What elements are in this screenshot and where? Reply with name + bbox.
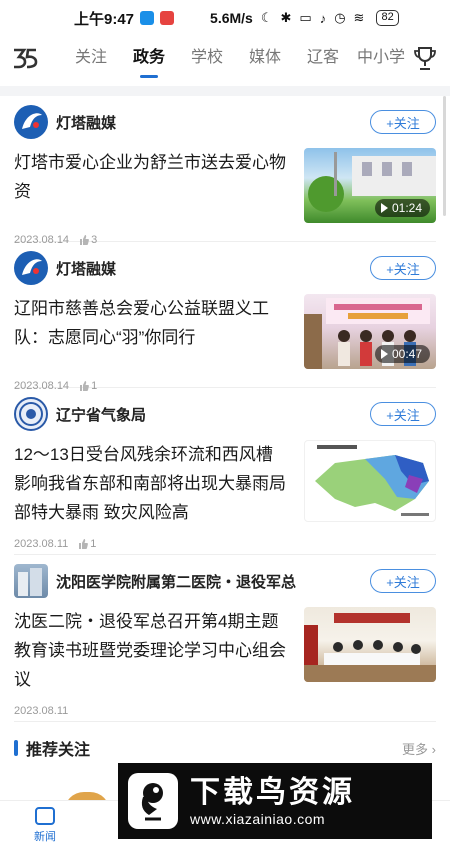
tab-follow[interactable]: 关注 (62, 36, 120, 86)
alarm-icon: ◷ (334, 10, 346, 25)
moon-icon: ☾ (260, 10, 273, 25)
source-avatar[interactable] (14, 397, 48, 431)
article-image[interactable] (304, 440, 436, 522)
play-icon (380, 203, 388, 213)
news-card[interactable]: 沈阳医学院附属第二医院・退役军总 +关注 沈医二院・退役军总召开第4期主题教育读… (14, 555, 436, 722)
article-date: 2023.08.11 (14, 705, 69, 717)
bird-logo-icon (128, 773, 178, 829)
follow-button[interactable]: +关注 (370, 110, 436, 134)
source-name[interactable]: 辽宁省气象局 (56, 404, 146, 425)
article-headline[interactable]: 12～13日受台风残余环流和西风槽影响我省东部和南部将出现大暴雨局部特大暴雨 致… (14, 440, 286, 527)
tab-school-k12[interactable]: 中小学 (352, 36, 410, 86)
source-avatar[interactable] (14, 105, 48, 139)
follow-button[interactable]: +关注 (370, 569, 436, 593)
like-count[interactable]: 1 (78, 538, 96, 550)
article-image[interactable] (304, 607, 436, 682)
article-date: 2023.08.11 (14, 538, 69, 550)
article-headline[interactable]: 灯塔市爱心企业为舒兰市送去爱心物资 (14, 148, 286, 223)
app-notification-icon (140, 11, 155, 25)
watermark-title: 下载鸟资源 (190, 776, 355, 809)
app-notification-icon (160, 11, 175, 25)
network-speed: 5.6M/s (210, 10, 253, 26)
play-icon (380, 349, 388, 359)
tab-liaoke[interactable]: 辽客 (294, 36, 352, 86)
news-feed: 灯塔融媒 +关注 灯塔市爱心企业为舒兰市送去爱心物资 01:24 2023.08… (0, 96, 450, 722)
source-avatar[interactable] (14, 251, 48, 285)
article-headline[interactable]: 辽阳市慈善总会爱心公益联盟义工队：志愿同心“羽”你同行 (14, 294, 286, 369)
video-duration: 01:24 (374, 199, 430, 217)
nav-news[interactable]: 新闻 (0, 801, 90, 850)
status-bar: 上午9:47 5.6M/s ☾ ✱ ▭ ♪ ◷ ≋ 82 (0, 0, 450, 36)
source-avatar[interactable] (14, 564, 48, 598)
channel-tab-bar: 关注 政务 学校 媒体 辽客 中小学 (0, 36, 450, 86)
recommend-title: 推荐关注 (26, 742, 91, 759)
tab-media[interactable]: 媒体 (236, 36, 294, 86)
video-thumbnail[interactable]: 00:47 (304, 294, 436, 369)
follow-button[interactable]: +关注 (370, 402, 436, 426)
trophy-icon[interactable] (414, 46, 436, 72)
tab-government[interactable]: 政务 (120, 36, 178, 86)
section-accent-bar (14, 740, 18, 756)
section-divider (0, 86, 450, 96)
thumbs-up-icon (79, 539, 89, 549)
news-icon (35, 807, 55, 825)
article-headline[interactable]: 沈医二院・退役军总召开第4期主题教育读书班暨党委理论学习中心组会议 (14, 607, 286, 694)
video-thumbnail[interactable]: 01:24 (304, 148, 436, 223)
recommend-follow-header: 推荐关注 更多 › (14, 728, 436, 768)
watermark-url: www.xiazainiao.com (190, 811, 326, 827)
news-card[interactable]: 灯塔融媒 +关注 灯塔市爱心企业为舒兰市送去爱心物资 01:24 2023.08… (14, 96, 436, 246)
status-time: 上午9:47 (74, 10, 135, 28)
more-link[interactable]: 更多 › (402, 739, 436, 758)
article-meta: 2023.08.11 (14, 694, 436, 728)
wifi-icon: ≋ (353, 10, 365, 25)
tab-school[interactable]: 学校 (178, 36, 236, 86)
source-name[interactable]: 灯塔融媒 (56, 258, 116, 279)
mute-bell-icon: ♪ (319, 10, 327, 26)
vibrate-icon: ▭ (299, 10, 312, 25)
battery-icon: 82 (376, 10, 399, 26)
follow-button[interactable]: +关注 (370, 256, 436, 280)
watermark-banner: 下载鸟资源 www.xiazainiao.com (118, 763, 432, 839)
source-name[interactable]: 沈阳医学院附属第二医院・退役军总 (56, 571, 296, 592)
video-duration: 00:47 (374, 345, 430, 363)
bluetooth-icon: ✱ (280, 10, 292, 25)
app-logo-icon[interactable] (12, 47, 48, 75)
news-card[interactable]: 辽宁省气象局 +关注 12～13日受台风残余环流和西风槽影响我省东部和南部将出现… (14, 388, 436, 555)
news-card[interactable]: 灯塔融媒 +关注 辽阳市慈善总会爱心公益联盟义工队：志愿同心“羽”你同行 00:… (14, 242, 436, 392)
source-name[interactable]: 灯塔融媒 (56, 112, 116, 133)
